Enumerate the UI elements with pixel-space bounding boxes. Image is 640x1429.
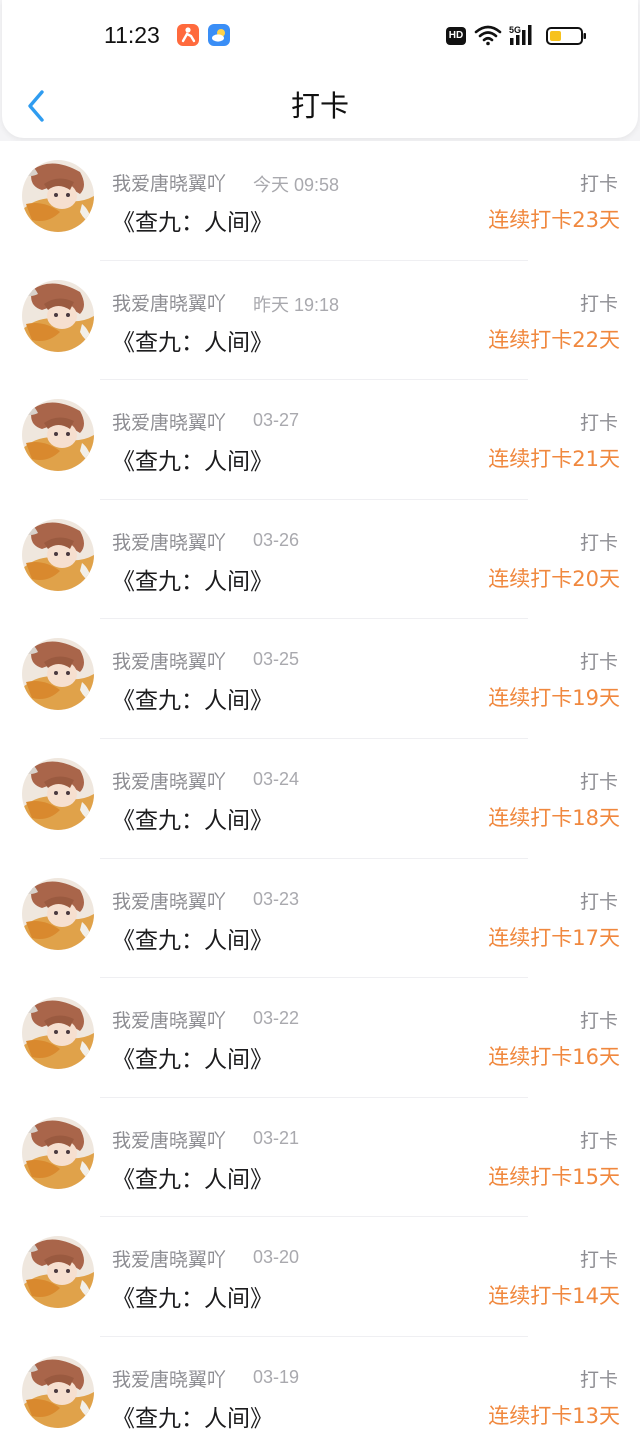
user-name: 我爱唐晓翼吖 — [112, 531, 227, 554]
user-name: 我爱唐晓翼吖 — [112, 890, 227, 913]
weather-icon — [208, 24, 230, 46]
hd-icon: HD — [446, 27, 466, 45]
post-time: 03-25 — [253, 649, 300, 670]
avatar[interactable] — [22, 758, 94, 830]
checkin-item[interactable]: 我爱唐晓翼吖 03-19 《查九：人间》 打卡 连续打卡13天 — [0, 1337, 640, 1429]
post-time: 昨天 19:18 — [253, 294, 340, 315]
user-name: 我爱唐晓翼吖 — [112, 173, 227, 195]
checkin-item[interactable]: 我爱唐晓翼吖 03-25 《查九：人间》 打卡 连续打卡19天 — [0, 619, 640, 739]
checkin-item[interactable]: 我爱唐晓翼吖 03-20 《查九：人间》 打卡 连续打卡14天 — [0, 1217, 640, 1337]
streak-count: 连续打卡19天 — [488, 686, 620, 711]
status-bar: 11:23 HD 5G — [0, 0, 640, 72]
book-title[interactable]: 《查九：人间》 — [112, 442, 273, 476]
post-time: 03-21 — [253, 1127, 300, 1148]
user-name: 我爱唐晓翼吖 — [112, 771, 227, 793]
avatar[interactable] — [22, 997, 94, 1070]
avatar[interactable] — [22, 638, 94, 711]
user-name: 我爱唐晓翼吖 — [112, 651, 227, 674]
post-time: 03-27 — [253, 410, 300, 431]
checkin-label: 打卡 — [579, 1129, 618, 1152]
book-title[interactable]: 《查九：人间》 — [112, 1279, 273, 1313]
streak-count: 连续打卡15天 — [488, 1164, 620, 1189]
post-time: 03-22 — [253, 1008, 300, 1029]
post-time: 03-20 — [253, 1247, 300, 1268]
streak-count: 连续打卡18天 — [488, 806, 620, 830]
avatar[interactable] — [22, 160, 94, 232]
avatar[interactable] — [22, 1116, 94, 1189]
avatar[interactable] — [22, 518, 94, 591]
book-title[interactable]: 《查九：人间》 — [112, 323, 273, 357]
checkin-label: 打卡 — [579, 771, 618, 793]
checkin-label: 打卡 — [579, 412, 618, 435]
book-title[interactable]: 《查九：人间》 — [112, 681, 273, 715]
book-title[interactable]: 《查九：人间》 — [112, 1399, 273, 1429]
checkin-item[interactable]: 我爱唐晓翼吖 03-21 《查九：人间》 打卡 连续打卡15天 — [0, 1098, 640, 1218]
streak-count: 连续打卡17天 — [488, 925, 620, 950]
checkin-label: 打卡 — [579, 651, 618, 674]
user-name: 我爱唐晓翼吖 — [112, 1129, 227, 1152]
user-name: 我爱唐晓翼吖 — [112, 1369, 227, 1391]
post-time: 03-23 — [253, 888, 300, 909]
streak-count: 连续打卡20天 — [488, 566, 620, 591]
checkin-label: 打卡 — [579, 173, 618, 195]
user-name: 我爱唐晓翼吖 — [112, 412, 227, 435]
book-title[interactable]: 《查九：人间》 — [112, 921, 273, 955]
wifi-icon — [474, 24, 502, 50]
clock: 11:23 — [104, 22, 160, 48]
app-notification-icon — [177, 24, 199, 46]
avatar[interactable] — [22, 1356, 94, 1428]
signal-icon: 5G — [508, 24, 540, 52]
avatar[interactable] — [22, 877, 94, 950]
post-time: 03-24 — [253, 769, 300, 789]
checkin-list[interactable]: 我爱唐晓翼吖 今天 09:58 《查九：人间》 打卡 连续打卡23天 我爱唐晓翼… — [0, 141, 640, 1429]
checkin-item[interactable]: 我爱唐晓翼吖 03-22 《查九：人间》 打卡 连续打卡16天 — [0, 978, 640, 1098]
checkin-label: 打卡 — [579, 1010, 618, 1033]
checkin-item[interactable]: 我爱唐晓翼吖 今天 09:58 《查九：人间》 打卡 连续打卡23天 — [0, 141, 640, 261]
avatar[interactable] — [22, 279, 94, 352]
checkin-item[interactable]: 我爱唐晓翼吖 03-23 《查九：人间》 打卡 连续打卡17天 — [0, 859, 640, 979]
streak-count: 连续打卡22天 — [488, 327, 620, 352]
battery-icon — [546, 26, 588, 50]
user-name: 我爱唐晓翼吖 — [112, 1010, 227, 1033]
checkin-label: 打卡 — [579, 890, 618, 913]
post-time: 今天 09:58 — [253, 175, 340, 195]
streak-count: 连续打卡13天 — [488, 1404, 620, 1428]
streak-count: 连续打卡21天 — [488, 447, 620, 472]
post-time: 03-26 — [253, 529, 300, 550]
avatar[interactable] — [22, 1236, 94, 1309]
user-name: 我爱唐晓翼吖 — [112, 292, 227, 315]
svg-text:5G: 5G — [509, 25, 521, 35]
book-title[interactable]: 《查九：人间》 — [112, 203, 273, 237]
streak-count: 连续打卡23天 — [488, 208, 620, 232]
user-name: 我爱唐晓翼吖 — [112, 1249, 227, 1272]
book-title[interactable]: 《查九：人间》 — [112, 801, 273, 835]
checkin-item[interactable]: 我爱唐晓翼吖 昨天 19:18 《查九：人间》 打卡 连续打卡22天 — [0, 261, 640, 381]
checkin-item[interactable]: 我爱唐晓翼吖 03-27 《查九：人间》 打卡 连续打卡21天 — [0, 380, 640, 500]
page-title: 打卡 — [290, 89, 349, 123]
checkin-label: 打卡 — [579, 1249, 618, 1272]
checkin-item[interactable]: 我爱唐晓翼吖 03-24 《查九：人间》 打卡 连续打卡18天 — [0, 739, 640, 859]
streak-count: 连续打卡16天 — [488, 1045, 620, 1070]
post-time: 03-19 — [253, 1367, 300, 1387]
checkin-label: 打卡 — [579, 531, 618, 554]
avatar[interactable] — [22, 399, 94, 472]
streak-count: 连续打卡14天 — [488, 1284, 620, 1309]
book-title[interactable]: 《查九：人间》 — [112, 1040, 273, 1074]
checkin-item[interactable]: 我爱唐晓翼吖 03-26 《查九：人间》 打卡 连续打卡20天 — [0, 500, 640, 620]
checkin-label: 打卡 — [579, 1369, 618, 1391]
checkin-label: 打卡 — [579, 292, 618, 315]
book-title[interactable]: 《查九：人间》 — [112, 1160, 273, 1194]
book-title[interactable]: 《查九：人间》 — [112, 562, 273, 596]
